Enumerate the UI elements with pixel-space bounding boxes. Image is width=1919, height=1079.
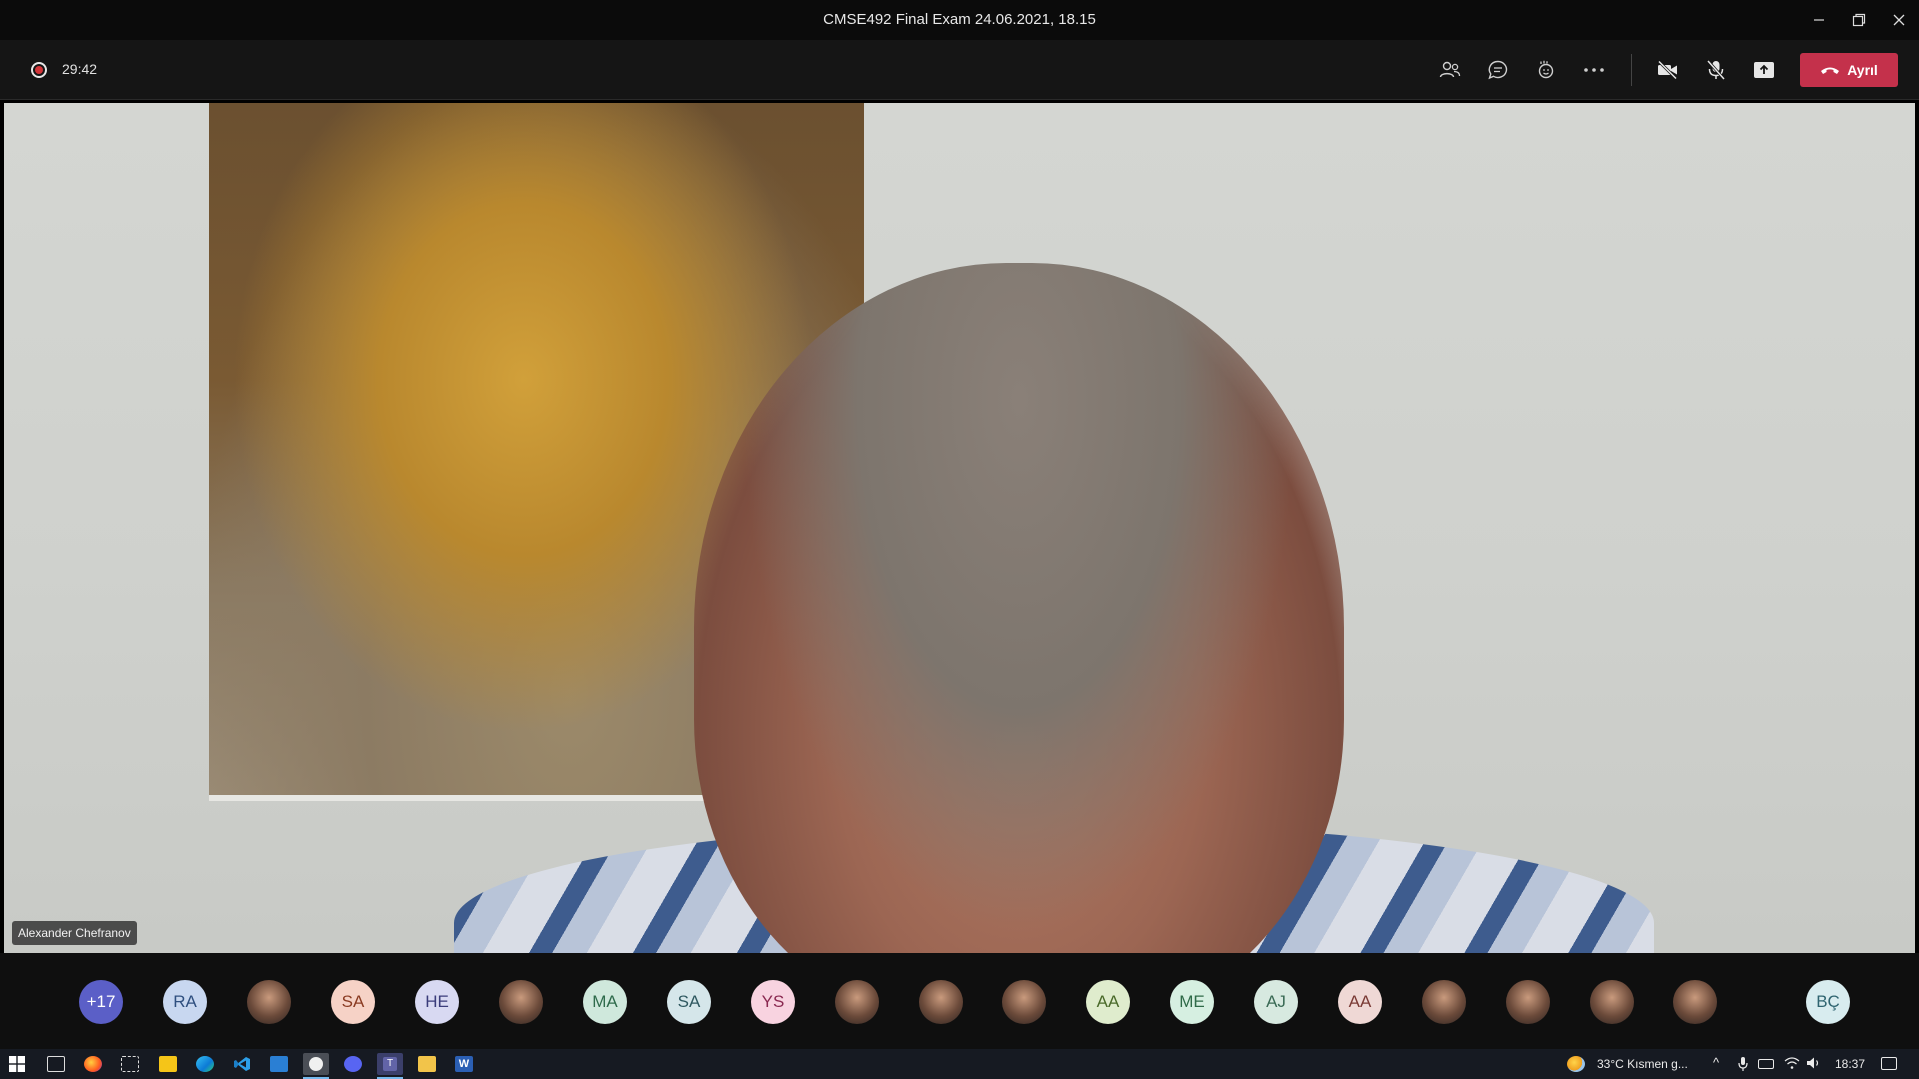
participant-avatar[interactable]: ME bbox=[1170, 980, 1214, 1024]
sticky-notes-icon[interactable] bbox=[159, 1056, 177, 1072]
raise-hand-icon bbox=[1538, 60, 1554, 79]
hang-up-icon bbox=[1821, 67, 1840, 74]
reactions-button[interactable] bbox=[1528, 52, 1564, 88]
leave-button[interactable]: Ayrıl bbox=[1800, 53, 1898, 87]
toolbar-divider bbox=[1631, 54, 1632, 86]
more-icon bbox=[1584, 68, 1604, 72]
camera-toggle-button[interactable] bbox=[1650, 52, 1686, 88]
participant-avatar[interactable]: AA bbox=[1086, 980, 1130, 1024]
battery-icon[interactable] bbox=[1758, 1059, 1774, 1069]
main-video: Alexander Chefranov bbox=[4, 103, 1915, 953]
meeting-toolbar: 29:42 Ayrıl bbox=[0, 40, 1919, 100]
word-icon[interactable]: W bbox=[455, 1056, 473, 1072]
participant-avatar[interactable]: SA bbox=[331, 980, 375, 1024]
title-bar: CMSE492 Final Exam 24.06.2021, 18.15 bbox=[0, 0, 1919, 40]
microphone-tray-icon[interactable] bbox=[1738, 1056, 1748, 1072]
chat-button[interactable] bbox=[1480, 52, 1516, 88]
participant-photo-avatar[interactable] bbox=[835, 980, 879, 1024]
minimize-button[interactable] bbox=[1799, 0, 1839, 40]
mic-off-icon bbox=[1706, 60, 1726, 80]
participant-photo-avatar[interactable] bbox=[247, 980, 291, 1024]
more-actions-button[interactable] bbox=[1576, 52, 1612, 88]
snipping-tool-icon[interactable] bbox=[121, 1056, 139, 1072]
windows-taskbar: T W 33°C Kısmen g... ^ 18:37 bbox=[0, 1049, 1919, 1079]
recording-icon bbox=[31, 62, 47, 78]
start-button[interactable] bbox=[9, 1056, 27, 1072]
discord-icon[interactable] bbox=[344, 1056, 362, 1072]
participant-avatar[interactable]: MA bbox=[583, 980, 627, 1024]
share-tray-icon bbox=[1754, 62, 1774, 78]
windows-logo-icon bbox=[9, 1056, 25, 1072]
restore-icon bbox=[1852, 13, 1866, 27]
speaker-name-tag: Alexander Chefranov bbox=[12, 921, 137, 945]
participant-avatar[interactable]: BÇ bbox=[1806, 980, 1850, 1024]
participant-strip: +17 RA SA HE MA SA YS AA ME AJ AA BÇ bbox=[0, 953, 1919, 1049]
more-participants-avatar[interactable]: +17 bbox=[79, 980, 123, 1024]
teams-icon[interactable]: T bbox=[377, 1053, 403, 1075]
participant-photo-avatar[interactable] bbox=[919, 980, 963, 1024]
camera-off-icon bbox=[1657, 60, 1678, 80]
notifications-icon[interactable] bbox=[1881, 1057, 1897, 1070]
volume-icon[interactable] bbox=[1806, 1056, 1824, 1072]
chat-icon bbox=[1488, 60, 1508, 80]
participants-button[interactable] bbox=[1432, 52, 1468, 88]
meeting-timer: 29:42 bbox=[62, 61, 98, 77]
weather-icon[interactable] bbox=[1567, 1056, 1585, 1072]
minimize-icon bbox=[1814, 19, 1824, 21]
restore-button[interactable] bbox=[1839, 0, 1879, 40]
taskbar-clock[interactable]: 18:37 bbox=[1835, 1057, 1865, 1071]
speaker-video bbox=[694, 263, 1344, 953]
participant-avatar[interactable]: SA bbox=[667, 980, 711, 1024]
participant-photo-avatar[interactable] bbox=[1002, 980, 1046, 1024]
weather-text[interactable]: 33°C Kısmen g... bbox=[1597, 1057, 1688, 1071]
close-icon bbox=[1893, 14, 1905, 26]
mic-toggle-button[interactable] bbox=[1698, 52, 1734, 88]
participant-avatar[interactable]: YS bbox=[751, 980, 795, 1024]
participant-avatar[interactable]: HE bbox=[415, 980, 459, 1024]
participant-photo-avatar[interactable] bbox=[499, 980, 543, 1024]
share-screen-button[interactable] bbox=[1746, 52, 1782, 88]
participant-photo-avatar[interactable] bbox=[1673, 980, 1717, 1024]
edge-icon[interactable] bbox=[196, 1056, 214, 1072]
window-title: CMSE492 Final Exam 24.06.2021, 18.15 bbox=[823, 11, 1096, 28]
participant-photo-avatar[interactable] bbox=[1590, 980, 1634, 1024]
vscode-icon[interactable] bbox=[233, 1056, 251, 1072]
firefox-icon[interactable] bbox=[84, 1056, 102, 1072]
participant-avatar[interactable]: AA bbox=[1338, 980, 1382, 1024]
leave-label: Ayrıl bbox=[1847, 62, 1878, 78]
tray-expand-icon[interactable]: ^ bbox=[1713, 1055, 1719, 1070]
participant-avatar[interactable]: AJ bbox=[1254, 980, 1298, 1024]
people-icon bbox=[1439, 61, 1461, 78]
participant-avatar[interactable]: RA bbox=[163, 980, 207, 1024]
close-button[interactable] bbox=[1879, 0, 1919, 40]
wifi-icon[interactable] bbox=[1784, 1056, 1802, 1072]
file-explorer-icon[interactable] bbox=[418, 1056, 436, 1072]
participant-photo-avatar[interactable] bbox=[1422, 980, 1466, 1024]
task-view-icon[interactable] bbox=[47, 1056, 65, 1072]
mail-icon[interactable] bbox=[270, 1056, 288, 1072]
zoom-app-icon[interactable] bbox=[303, 1053, 329, 1075]
participant-photo-avatar[interactable] bbox=[1506, 980, 1550, 1024]
